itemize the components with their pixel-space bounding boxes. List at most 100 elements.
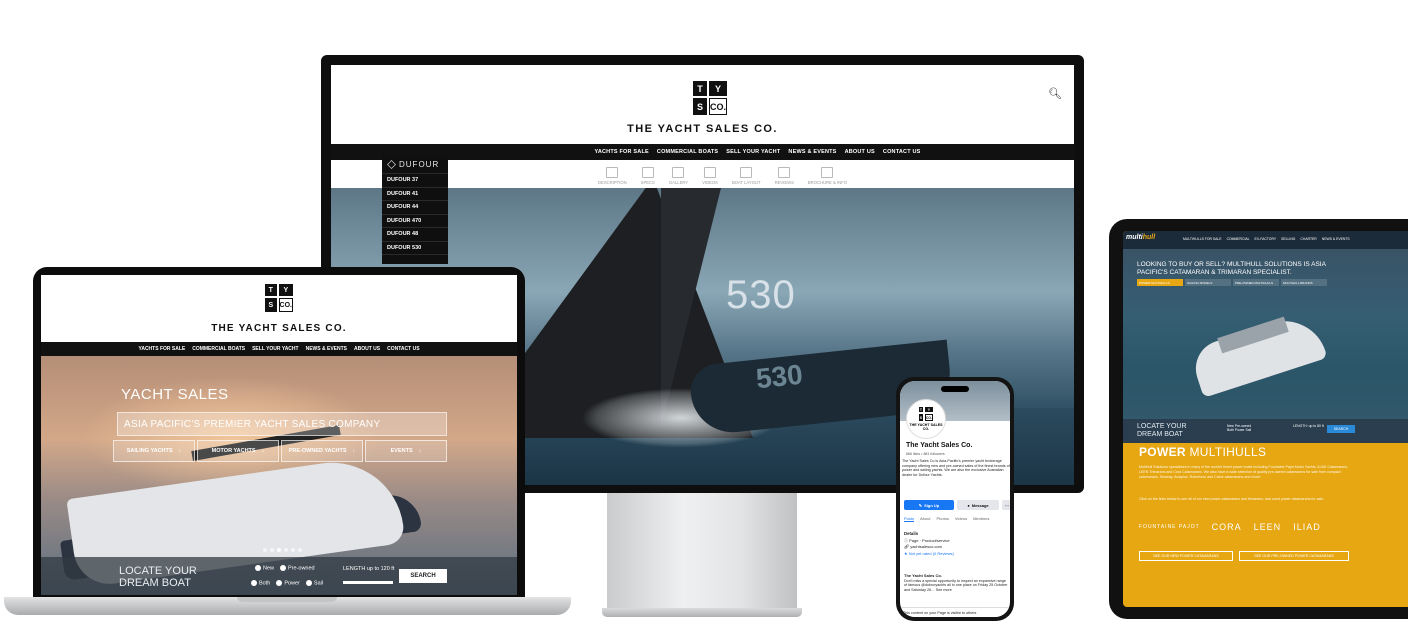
detail-text: Page · Product/service	[909, 537, 950, 543]
model-item[interactable]: DUFOUR 37	[382, 174, 448, 188]
nav-item[interactable]: EX-FACTORY	[1255, 237, 1277, 241]
locate-heading: LOCATE YOUR DREAM BOAT	[119, 565, 197, 589]
tab-label: GALLERY	[668, 180, 689, 185]
nav-news-events[interactable]: NEWS & EVENTS	[788, 149, 836, 155]
search-button[interactable]: SEARCH	[399, 569, 447, 583]
logo-part: multi	[1126, 234, 1143, 241]
model-item[interactable]: DUFOUR 470	[382, 215, 448, 228]
tab-about[interactable]: About	[920, 516, 930, 522]
tab-gallery[interactable]: GALLERY	[669, 167, 688, 185]
length-value: up to 120 ft	[366, 566, 395, 572]
tab-label: DESCRIPTION	[598, 180, 627, 185]
nav-item[interactable]: COMMERCIAL	[1227, 237, 1250, 241]
dufour-brand[interactable]: DUFOUR	[382, 155, 448, 174]
length-slider[interactable]	[343, 581, 393, 584]
brand-logo[interactable]: CORA	[1212, 522, 1242, 532]
sailing-yachts-button[interactable]: SAILING YACHTS ↓	[113, 440, 195, 462]
events-button[interactable]: EVENTS ↓	[365, 440, 447, 462]
carousel-dot[interactable]	[270, 548, 274, 552]
filter-dropdown[interactable]: SAILING MODELS	[1185, 279, 1231, 286]
sign-up-button[interactable]: ✎ Sign Up	[904, 500, 954, 510]
brand-logo[interactable]: FOUNTAINE PAJOT	[1139, 524, 1200, 530]
hero-buttons: SAILING YACHTS ↓ MOTOR YACHTS ↓ PRE-OWNED …	[113, 440, 447, 462]
site-logo[interactable]: T Y S CO.	[693, 81, 727, 115]
nav-sell-your-yacht[interactable]: SELL YOUR YACHT	[726, 149, 780, 155]
tab-reviews[interactable]: REVIEWS	[775, 167, 794, 185]
nav-yachts-for-sale[interactable]: YACHTS FOR SALE	[594, 149, 648, 155]
model-item[interactable]: DUFOUR 530	[382, 242, 448, 255]
detail-website[interactable]: 🔗︎ yachtsalesco.com	[904, 544, 954, 551]
tab-videos[interactable]: Videos	[955, 516, 967, 522]
pre-owned-yachts-button[interactable]: PRE-OWNED YACHTS ↓	[281, 440, 363, 462]
length-label: LENGTH: up to 80 ft	[1293, 424, 1324, 428]
tab-boat-layout[interactable]: BOAT LAYOUT	[732, 167, 761, 185]
filter-dropdown[interactable]: MULTIHULL BRANDS	[1281, 279, 1327, 286]
brochure-icon	[821, 167, 834, 178]
both-radio[interactable]: Both	[251, 580, 270, 586]
tablet-radios[interactable]: New Pre-owned Both Power Sail	[1227, 424, 1251, 432]
tab-label: REVIEWS	[774, 180, 794, 185]
motor-yachts-button[interactable]: MOTOR YACHTS ↓	[197, 440, 279, 462]
nav-news-events[interactable]: NEWS & EVENTS	[306, 346, 347, 352]
model-item[interactable]: DUFOUR 41	[382, 188, 448, 201]
filter-dropdown[interactable]: POWER MULTIHULLS	[1137, 279, 1183, 286]
nav-item[interactable]: MULTIHULLS FOR SALE	[1183, 237, 1222, 241]
logo-letter: CO.	[278, 298, 293, 312]
search-icon[interactable]: 🔍︎	[1048, 87, 1062, 100]
nav-about-us[interactable]: ABOUT US	[354, 346, 380, 352]
carousel-dot[interactable]	[298, 548, 302, 552]
site-header: T Y S CO. THE YACHT SALES CO. 🔍︎	[331, 65, 1074, 144]
nav-contact-us[interactable]: CONTACT US	[883, 149, 921, 155]
tab-mentions[interactable]: Mentions	[973, 516, 989, 522]
power-radio[interactable]: Power	[276, 580, 300, 586]
tab-specs[interactable]: SPECS	[641, 167, 655, 185]
filter-dropdown[interactable]: PRE-OWNED MULTIHULLS	[1233, 279, 1279, 286]
tablet-hero: LOOKING TO BUY OR SELL? MULTIHULL SOLUTI…	[1123, 249, 1408, 419]
tab-posts[interactable]: Posts	[904, 516, 915, 522]
site-logo[interactable]: T Y S CO.	[265, 284, 293, 312]
tab-photos[interactable]: Photos	[936, 516, 948, 522]
laptop: T Y S CO. THE YACHT SALES CO. YACHTS FOR…	[33, 267, 525, 600]
tab-description[interactable]: DESCRIPTION	[598, 167, 627, 185]
message-button[interactable]: ● Message	[957, 500, 999, 510]
brand-logo[interactable]: ILIAD	[1293, 522, 1321, 532]
nav-yachts-for-sale[interactable]: YACHTS FOR SALE	[138, 346, 185, 352]
button-label: SAILING YACHTS	[126, 448, 173, 454]
logo-letter: S	[265, 298, 277, 312]
nav-about-us[interactable]: ABOUT US	[845, 149, 875, 155]
pre-owned-radio[interactable]: Pre-owned	[280, 565, 315, 571]
nav-commercial-boats[interactable]: COMMERCIAL BOATS	[192, 346, 245, 352]
tab-videos[interactable]: VIDEOS	[702, 167, 718, 185]
preowned-power-cats-button[interactable]: SEE OUR PRE-OWNED POWER CATAMARANS	[1239, 551, 1349, 561]
nav-item[interactable]: CHARTER	[1300, 237, 1316, 241]
tab-brochure[interactable]: BROCHURE & INFO	[808, 167, 847, 185]
logo-letter: Y	[924, 407, 933, 412]
radio-dot	[255, 565, 261, 571]
profile-avatar[interactable]: T Y S CO. THE YACHT SALES CO.	[906, 399, 946, 439]
detail-rating[interactable]: ★ Not yet rated (0 Reviews)	[904, 551, 954, 558]
brand-logo[interactable]: LEEN	[1254, 522, 1282, 532]
more-button[interactable]: ···	[1002, 500, 1010, 510]
model-item[interactable]: DUFOUR 44	[382, 201, 448, 215]
model-item[interactable]: DUFOUR 48	[382, 228, 448, 242]
carousel-dot[interactable]	[291, 548, 295, 552]
carousel-dot[interactable]	[263, 548, 267, 552]
sail-radio[interactable]: Sail	[305, 580, 323, 586]
nav-contact-us[interactable]: CONTACT US	[387, 346, 419, 352]
avatar-logo: T Y S CO.	[919, 407, 933, 421]
search-button[interactable]: SEARCH	[1327, 425, 1355, 433]
description-icon	[606, 167, 619, 178]
multihull-logo[interactable]: multihull	[1126, 234, 1155, 241]
radio-label: Pre-owned	[288, 565, 315, 572]
carousel-dot-active[interactable]	[277, 548, 281, 552]
nav-item[interactable]: NEWS & EVENTS	[1322, 237, 1350, 241]
nav-commercial-boats[interactable]: COMMERCIAL BOATS	[657, 149, 718, 155]
new-power-cats-button[interactable]: SEE OUR NEW POWER CATAMARANS	[1139, 551, 1233, 561]
nav-item[interactable]: SELLING	[1281, 237, 1295, 241]
avatar-name: THE YACHT SALES CO.	[909, 423, 943, 431]
nav-sell-your-yacht[interactable]: SELL YOUR YACHT	[252, 346, 299, 352]
carousel-dots	[263, 548, 302, 552]
layout-icon	[740, 167, 753, 178]
new-radio[interactable]: New	[255, 565, 274, 571]
carousel-dot[interactable]	[284, 548, 288, 552]
